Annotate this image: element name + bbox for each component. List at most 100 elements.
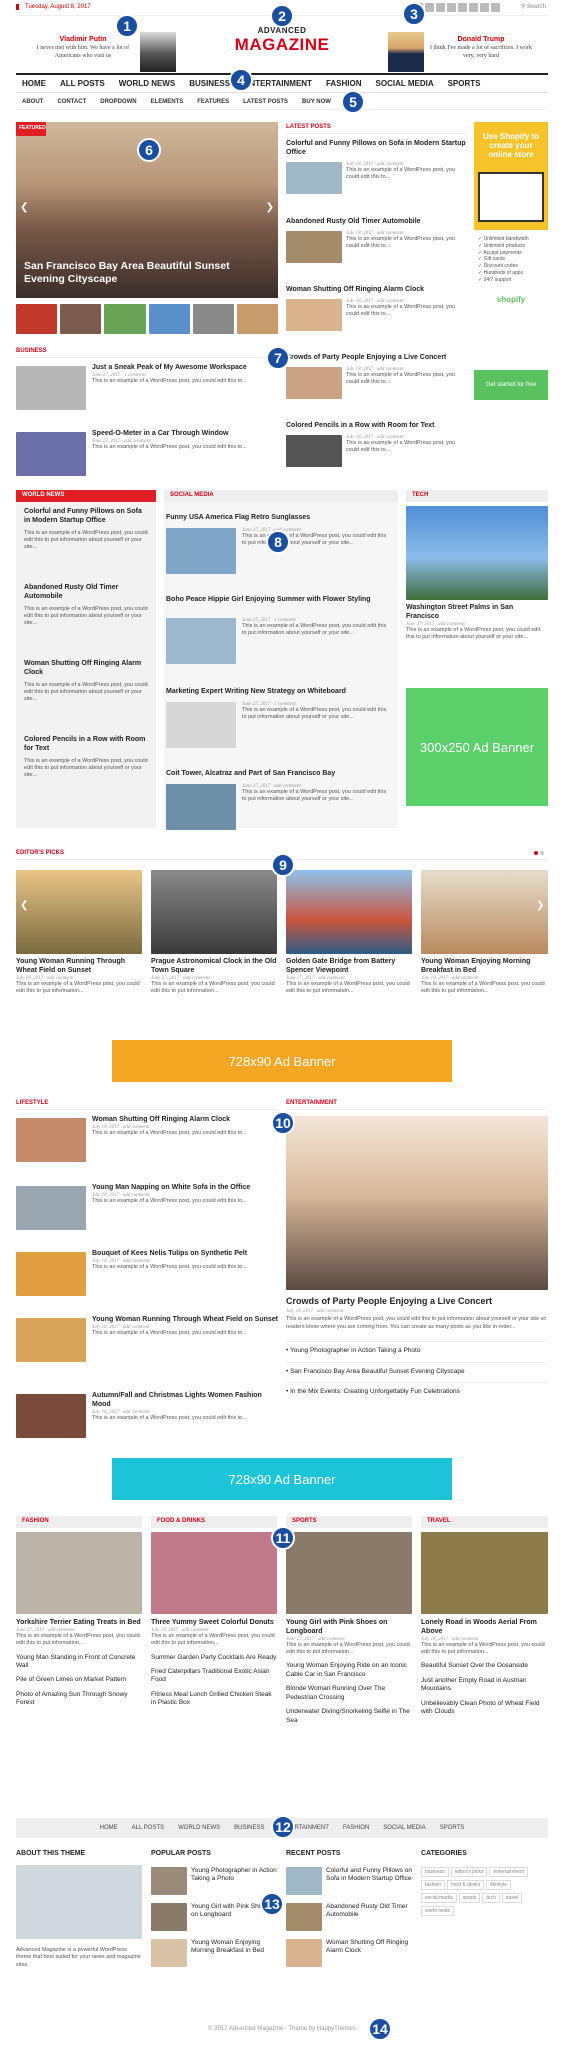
post-thumb[interactable] bbox=[166, 528, 236, 574]
nav-sports[interactable]: SPORTS bbox=[448, 79, 481, 88]
post-comments[interactable]: add comment bbox=[317, 1309, 344, 1314]
post-title[interactable]: Colored Pencils in a Row with Room for T… bbox=[286, 422, 466, 431]
category-link[interactable]: Beautiful Sunset Over the Oceanside bbox=[421, 1662, 548, 1670]
subnav-about[interactable]: ABOUT bbox=[22, 99, 43, 105]
slider-thumb[interactable] bbox=[16, 304, 58, 334]
category-tag[interactable]: editor's picks bbox=[450, 1866, 488, 1877]
nav-business[interactable]: BUSINESS bbox=[189, 79, 230, 88]
subnav-elements[interactable]: ELEMENTS bbox=[151, 99, 184, 105]
post-title[interactable]: Abandoned Rusty Old Timer Automobile bbox=[24, 584, 148, 602]
post-thumb[interactable] bbox=[286, 162, 342, 194]
post-thumb[interactable] bbox=[16, 432, 86, 476]
subnav-latest-posts[interactable]: LATEST POSTS bbox=[243, 99, 288, 105]
subnav-dropdown[interactable]: DROPDOWN bbox=[100, 99, 136, 105]
footer-nav-world-news[interactable]: WORLD NEWS bbox=[178, 1825, 220, 1831]
subnav-buy-now[interactable]: BUY NOW bbox=[302, 99, 331, 105]
post-title[interactable]: Colored Pencils in a Row with Room for T… bbox=[24, 736, 148, 754]
slider-thumb[interactable] bbox=[60, 304, 102, 334]
category-tag[interactable]: world news bbox=[421, 1905, 455, 1916]
post-title[interactable]: Woman Shutting Off Ringing Alarm Clock bbox=[286, 286, 466, 295]
post-comments[interactable]: add comment bbox=[318, 1637, 345, 1642]
entertainment-link[interactable]: • San Francisco Bay Area Beautiful Sunse… bbox=[286, 1361, 548, 1376]
post-thumb[interactable] bbox=[166, 784, 236, 830]
category-link[interactable]: Fitness Meal Lunch Grilled Chicken Steak… bbox=[151, 1691, 277, 1708]
google-plus-icon[interactable] bbox=[436, 3, 445, 12]
post-comments[interactable]: add comment bbox=[452, 1637, 479, 1642]
slider-prev-arrow[interactable]: ❮ bbox=[20, 202, 28, 213]
search-box[interactable]: ⚲ Search bbox=[521, 3, 546, 10]
post-title[interactable]: Crowds of Party People Enjoying a Live C… bbox=[286, 354, 466, 363]
category-link[interactable]: Young Woman Enjoying Ride on an Iconic C… bbox=[286, 1662, 412, 1679]
post-title[interactable]: Young Woman Running Through Wheat Field … bbox=[16, 958, 142, 976]
lifestyle-item[interactable]: Woman Shutting Off Ringing Alarm Clock J… bbox=[16, 1116, 278, 1166]
subnav-features[interactable]: FEATURES bbox=[197, 99, 229, 105]
category-tag[interactable]: sports bbox=[458, 1892, 481, 1903]
post-title[interactable]: Speed-O-Meter in a Car Through Window bbox=[92, 430, 278, 439]
recent-post[interactable]: Woman Shutting Off Ringing Alarm Clock bbox=[286, 1938, 412, 1967]
category-link[interactable]: Summer Garden Party Cocktails Are Ready bbox=[151, 1654, 277, 1662]
carousel-next-arrow[interactable]: ❯ bbox=[536, 900, 544, 911]
post-thumb[interactable] bbox=[286, 231, 342, 263]
recent-post[interactable]: Colorful and Funny Pillows on Sofa in Mo… bbox=[286, 1866, 412, 1895]
latest-item[interactable]: Colored Pencils in a Row with Room for T… bbox=[286, 422, 466, 467]
post-thumb[interactable] bbox=[166, 702, 236, 748]
entertainment-title[interactable]: Crowds of Party People Enjoying a Live C… bbox=[286, 1296, 548, 1307]
social-item[interactable]: Coit Tower, Alcatraz and Part of San Fra… bbox=[166, 770, 396, 840]
post-comments[interactable]: add comment bbox=[123, 1410, 150, 1415]
post-title[interactable]: Woman Shutting Off Ringing Alarm Clock bbox=[24, 660, 148, 678]
post-comments[interactable]: add comment bbox=[47, 976, 74, 981]
post-thumb[interactable] bbox=[166, 618, 236, 664]
post-thumb[interactable] bbox=[151, 870, 277, 954]
post-title[interactable]: Funny USA America Flag Retro Sunglasses bbox=[166, 514, 396, 523]
post-title[interactable]: Colorful and Funny Pillows on Sofa in Mo… bbox=[24, 508, 148, 526]
category-link[interactable]: Young Man Standing in Front of Concrete … bbox=[16, 1654, 142, 1671]
category-link[interactable]: Underwater Diving/Snorkeling Selfie in T… bbox=[286, 1708, 412, 1725]
post-thumb[interactable] bbox=[286, 299, 342, 331]
slider-thumb[interactable] bbox=[236, 304, 279, 334]
slider-thumb[interactable] bbox=[148, 304, 190, 334]
post-thumb[interactable] bbox=[16, 870, 142, 954]
category-link[interactable]: Fried Caterpillars Traditional Exotic As… bbox=[151, 1668, 277, 1685]
slider-thumb[interactable] bbox=[104, 304, 146, 334]
youtube-icon[interactable] bbox=[480, 3, 489, 12]
post-title[interactable]: Coit Tower, Alcatraz and Part of San Fra… bbox=[166, 770, 396, 779]
post-title[interactable]: Three Yummy Sweet Colorful Donuts bbox=[151, 1619, 277, 1628]
post-comments[interactable]: add comment bbox=[452, 976, 479, 981]
post-thumb[interactable] bbox=[16, 1318, 86, 1362]
social-item[interactable]: Boho Peace Hippie Girl Enjoying Summer w… bbox=[166, 596, 396, 674]
post-title[interactable]: Young Woman Enjoying Morning Breakfast i… bbox=[421, 958, 548, 976]
post-thumb[interactable] bbox=[286, 870, 412, 954]
category-tag[interactable]: social media bbox=[421, 1892, 457, 1903]
post-title[interactable]: Young Woman Running Through Wheat Field … bbox=[92, 1316, 278, 1325]
ad-banner-300[interactable]: 300x250 Ad Banner bbox=[406, 688, 548, 806]
post-title[interactable]: Colorful and Funny Pillows on Sofa in Mo… bbox=[286, 140, 466, 158]
nav-entertainment[interactable]: ENTERTAINMENT bbox=[244, 79, 312, 88]
entertainment-link[interactable]: • In the Mix Events: Creating Unforgetta… bbox=[286, 1381, 548, 1396]
post-title[interactable]: Marketing Expert Writing New Strategy on… bbox=[166, 688, 396, 697]
footer-nav-all-posts[interactable]: ALL POSTS bbox=[132, 1825, 164, 1831]
post-thumb[interactable] bbox=[16, 1186, 86, 1230]
rss-icon[interactable] bbox=[491, 3, 500, 12]
ad-banner-728[interactable]: 728x90 Ad Banner bbox=[112, 1040, 452, 1082]
lifestyle-item[interactable]: Autumn/Fall and Christmas Lights Women F… bbox=[16, 1392, 278, 1442]
post-thumb[interactable] bbox=[286, 367, 342, 399]
category-link[interactable]: Photo of Amazing Sun Through Snowy Fores… bbox=[16, 1691, 142, 1708]
category-tag[interactable]: food & drinks bbox=[447, 1879, 485, 1890]
post-title[interactable]: Autumn/Fall and Christmas Lights Women F… bbox=[92, 1392, 278, 1410]
popular-post[interactable]: Young Girl with Pink Shoes on Longboard bbox=[151, 1902, 277, 1931]
post-title[interactable]: Yorkshire Terrier Eating Treats in Bed bbox=[16, 1619, 142, 1628]
post-title[interactable]: Golden Gate Bridge from Battery Spencer … bbox=[286, 958, 412, 976]
latest-item[interactable]: Crowds of Party People Enjoying a Live C… bbox=[286, 354, 466, 399]
instagram-icon[interactable] bbox=[469, 3, 478, 12]
post-thumb[interactable] bbox=[421, 1532, 548, 1614]
latest-item[interactable]: Abandoned Rusty Old Timer Automobile Jul… bbox=[286, 218, 466, 263]
category-tag[interactable]: tech bbox=[482, 1892, 500, 1903]
post-comments[interactable]: add comment bbox=[318, 976, 345, 981]
linkedin-icon[interactable] bbox=[458, 3, 467, 12]
post-title[interactable]: Prague Astronomical Clock in the Old Tow… bbox=[151, 958, 277, 976]
category-link[interactable]: Pile of Green Limes on Market Pattern bbox=[16, 1676, 142, 1684]
post-title[interactable]: Lonely Road in Woods Aerial From Above bbox=[421, 1619, 548, 1637]
footer-nav-social-media[interactable]: SOCIAL MEDIA bbox=[383, 1825, 425, 1831]
latest-item[interactable]: Colorful and Funny Pillows on Sofa in Mo… bbox=[286, 140, 466, 194]
carousel-prev-arrow[interactable]: ❮ bbox=[20, 900, 28, 911]
